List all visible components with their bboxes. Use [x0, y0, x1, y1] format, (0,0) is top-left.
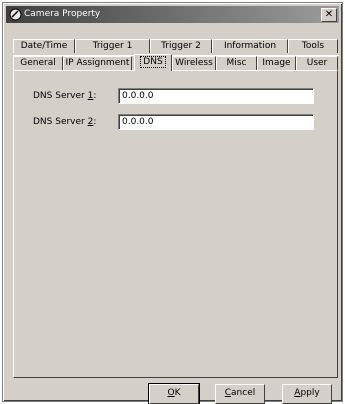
- dns-server-1-input[interactable]: [118, 88, 314, 104]
- tab-dns[interactable]: DNS: [134, 54, 172, 71]
- dns-server-2-input[interactable]: [118, 114, 314, 130]
- camera-app-icon: [9, 8, 22, 21]
- tab-wireless[interactable]: Wireless: [172, 56, 216, 70]
- tab-information[interactable]: Information: [212, 39, 288, 53]
- dns-server-1-label: DNS Server 1:: [33, 91, 97, 101]
- close-button[interactable]: ✕: [321, 8, 337, 22]
- cancel-button[interactable]: Cancel: [215, 384, 265, 404]
- window-title: Camera Property: [24, 9, 101, 19]
- dns-server-2-label: DNS Server 2:: [33, 117, 97, 127]
- tab-general[interactable]: General: [13, 56, 63, 70]
- dns-settings-panel: DNS Server 1: DNS Server 2:: [13, 70, 338, 378]
- tab-image[interactable]: Image: [257, 56, 296, 70]
- tab-trigger-2[interactable]: Trigger 2: [150, 39, 212, 53]
- apply-button[interactable]: Apply: [282, 384, 332, 404]
- tab-user[interactable]: User: [296, 56, 338, 70]
- tab-misc[interactable]: Misc: [216, 56, 257, 70]
- tab-tools[interactable]: Tools: [288, 39, 338, 53]
- tab-trigger-1[interactable]: Trigger 1: [75, 39, 150, 53]
- title-bar[interactable]: Camera Property ✕: [6, 6, 339, 23]
- ok-button[interactable]: OK: [148, 383, 200, 404]
- camera-property-dialog: Camera Property ✕ Date/Time Trigger 1 Tr…: [2, 2, 343, 404]
- tab-ip-assignment[interactable]: IP Assignment: [63, 56, 132, 70]
- tab-date-time[interactable]: Date/Time: [13, 39, 75, 53]
